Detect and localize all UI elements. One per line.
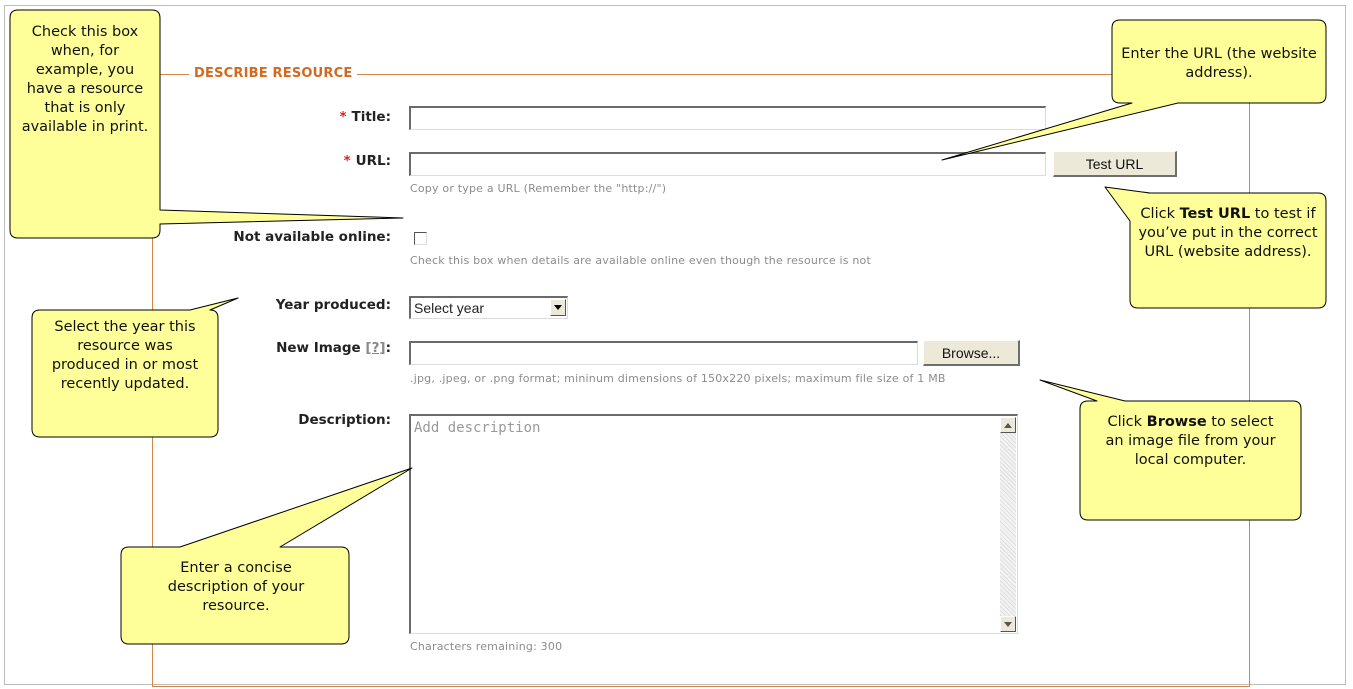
image-help-link[interactable]: [?] [365, 340, 385, 356]
callout-testurl-bold: Test URL [1179, 206, 1251, 222]
not-available-online-checkbox[interactable] [414, 232, 427, 245]
fieldset-legend: DESCRIBE RESOURCE [189, 66, 358, 81]
image-label-wrap: New Image [?]: [276, 340, 391, 356]
triangle-down-icon[interactable] [1000, 616, 1016, 632]
callout-browse-bold: Browse [1146, 414, 1207, 430]
callout-testurl-text: Click Test URL to test if you’ve put in … [1136, 205, 1320, 262]
callout-browse-text: Click Browse to select an image file fro… [1098, 413, 1283, 470]
callout-browse-pre: Click [1107, 414, 1147, 430]
url-input[interactable] [409, 152, 1046, 176]
callout-checkbox-text: Check this box when, for example, you ha… [21, 24, 149, 135]
image-file-input[interactable] [409, 341, 918, 365]
required-marker: * [343, 153, 351, 169]
description-textarea[interactable]: Add description [409, 414, 1018, 634]
image-label: New Image [276, 340, 361, 356]
triangle-up-icon[interactable] [1000, 417, 1016, 433]
test-url-button[interactable]: Test URL [1053, 151, 1177, 177]
title-input[interactable] [409, 106, 1046, 130]
description-label: Description: [298, 412, 391, 428]
textarea-scrollbar[interactable] [1000, 417, 1016, 632]
browse-button[interactable]: Browse... [923, 340, 1020, 366]
callout-url-text: Enter the URL (the website address). [1121, 46, 1317, 81]
url-hint: Copy or type a URL (Remember the "http:/… [410, 182, 667, 195]
year-select[interactable]: Select year [409, 296, 568, 319]
callout-testurl-pre: Click [1140, 206, 1180, 222]
title-label: Title: [351, 109, 391, 125]
image-label-colon: : [385, 340, 391, 356]
not-online-hint: Check this box when details are availabl… [410, 254, 871, 267]
title-label-wrap: * Title: [339, 109, 391, 125]
image-hint: .jpg, .jpeg, or .png format; mininum dim… [410, 372, 946, 385]
triangle-down-icon[interactable] [550, 299, 566, 316]
year-select-value: Select year [414, 300, 485, 316]
not-online-label: Not available online: [233, 229, 391, 245]
url-label: URL: [355, 153, 391, 169]
fieldset-bottom-border [152, 686, 1250, 687]
callout-year-text: Select the year this resource was produc… [51, 319, 199, 392]
url-label-wrap: * URL: [344, 153, 391, 169]
year-label: Year produced: [275, 297, 391, 313]
chars-remaining: Characters remaining: 300 [410, 640, 563, 653]
required-marker: * [339, 109, 347, 125]
callout-description-text: Enter a concise description of your reso… [167, 560, 305, 614]
description-placeholder: Add description [414, 420, 541, 436]
